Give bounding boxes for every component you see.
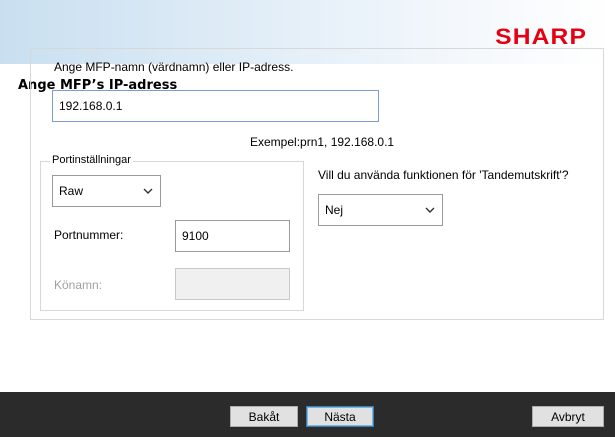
port-settings-legend: Portinställningar <box>50 154 133 166</box>
back-button[interactable]: Bakåt <box>230 406 298 427</box>
tandem-question: Vill du använda funktionen för 'Tandemut… <box>318 168 569 182</box>
next-button[interactable]: Nästa <box>306 406 374 427</box>
address-prompt: Ange MFP-namn (värdnamn) eller IP-adress… <box>54 60 294 74</box>
queue-name-input <box>175 268 290 300</box>
sharp-logo: SHARP <box>495 24 587 49</box>
protocol-select[interactable]: Raw <box>52 175 161 207</box>
tandem-select-value: Nej <box>325 203 344 217</box>
port-number-label: Portnummer: <box>54 228 124 242</box>
ip-address-input[interactable] <box>52 90 379 122</box>
cancel-button[interactable]: Avbryt <box>532 406 604 427</box>
port-number-input[interactable] <box>175 220 290 252</box>
address-example: Exempel:prn1, 192.168.0.1 <box>250 135 395 149</box>
protocol-select-value: Raw <box>59 184 84 198</box>
chevron-down-icon <box>143 185 153 199</box>
tandem-select[interactable]: Nej <box>318 194 443 226</box>
chevron-down-icon <box>425 204 435 218</box>
queue-name-label: Könamn: <box>54 278 103 292</box>
